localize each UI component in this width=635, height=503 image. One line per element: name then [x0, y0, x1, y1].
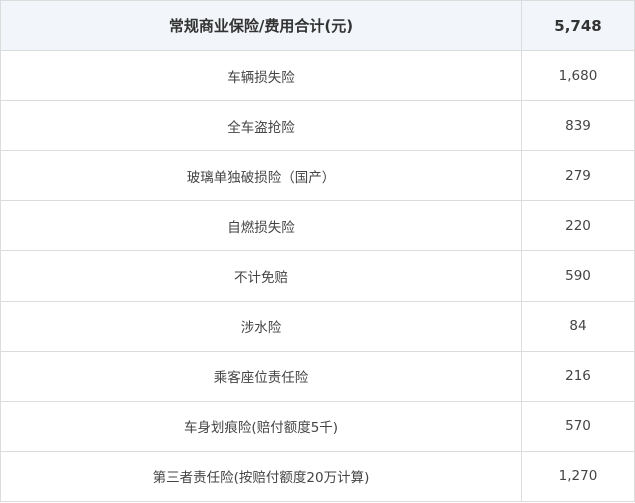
insurance-cost-table-container: 常规商业保险/费用合计(元) 5,748 车辆损失险 1,680 全车盗抢险 8…	[0, 0, 635, 503]
table-row: 车辆损失险 1,680	[0, 49, 635, 102]
table-row: 第三者责任险(按赔付额度20万计算) 1,270	[0, 450, 635, 503]
table-row: 不计免赔 590	[0, 250, 635, 302]
row-item-cost: 570	[521, 400, 635, 452]
insurance-cost-table: 常规商业保险/费用合计(元) 5,748 车辆损失险 1,680 全车盗抢险 8…	[0, 0, 635, 503]
table-row: 涉水险 84	[0, 300, 635, 352]
row-item-cost: 216	[521, 350, 635, 402]
row-item-label: 玻璃单独破损险（国产）	[0, 150, 522, 202]
row-item-cost: 839	[521, 100, 635, 152]
table-row: 乘客座位责任险 216	[0, 350, 635, 402]
row-item-cost: 220	[521, 200, 635, 252]
row-item-label: 全车盗抢险	[0, 100, 522, 152]
row-item-label: 涉水险	[0, 300, 522, 352]
row-item-cost: 1,680	[521, 49, 635, 102]
table-row: 全车盗抢险 839	[0, 100, 635, 152]
header-label-cell: 常规商业保险/费用合计(元)	[0, 0, 522, 51]
table-header-row: 常规商业保险/费用合计(元) 5,748	[0, 0, 635, 51]
row-item-label: 车辆损失险	[0, 49, 522, 102]
table-row: 玻璃单独破损险（国产） 279	[0, 150, 635, 202]
row-item-label: 车身划痕险(赔付额度5千)	[0, 400, 522, 452]
row-item-label: 第三者责任险(按赔付额度20万计算)	[0, 450, 522, 503]
row-item-label: 不计免赔	[0, 250, 522, 302]
row-item-cost: 84	[521, 300, 635, 352]
row-item-label: 自燃损失险	[0, 200, 522, 252]
table-row: 车身划痕险(赔付额度5千) 570	[0, 400, 635, 452]
row-item-cost: 590	[521, 250, 635, 302]
row-item-cost: 1,270	[521, 450, 635, 503]
table-row: 自燃损失险 220	[0, 200, 635, 252]
header-total-cell: 5,748	[521, 0, 635, 51]
row-item-label: 乘客座位责任险	[0, 350, 522, 402]
row-item-cost: 279	[521, 150, 635, 202]
